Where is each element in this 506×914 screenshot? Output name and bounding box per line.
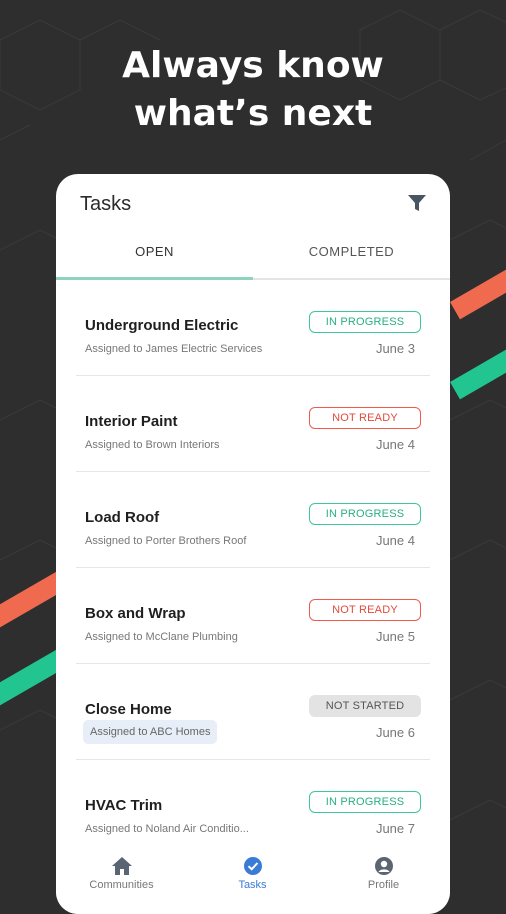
list-item[interactable]: HVAC Trim Assigned to Noland Air Conditi…	[76, 760, 430, 856]
status-badge: NOT STARTED	[309, 695, 421, 717]
nav-label: Profile	[367, 879, 400, 891]
nav-label: Tasks	[238, 879, 267, 891]
nav-tasks[interactable]: Tasks	[187, 856, 318, 891]
home-icon	[111, 857, 132, 875]
task-name: HVAC Trim	[85, 797, 163, 814]
task-date: June 4	[375, 437, 415, 452]
status-badge: IN PROGRESS	[309, 791, 421, 813]
list-item[interactable]: Close Home Assigned to ABC Homes NOT STA…	[76, 664, 430, 760]
list-item[interactable]: Underground Electric Assigned to James E…	[76, 280, 430, 376]
phone-screen: Tasks OPEN COMPLETED Underground Electri…	[56, 174, 450, 914]
filter-icon[interactable]	[406, 192, 428, 214]
status-badge: NOT READY	[309, 407, 421, 429]
task-name: Underground Electric	[85, 317, 239, 334]
nav-communities[interactable]: Communities	[56, 856, 187, 891]
task-name: Close Home	[85, 701, 172, 718]
tab-bar: OPEN COMPLETED	[56, 232, 450, 280]
tab-completed[interactable]: COMPLETED	[253, 244, 450, 259]
headline-line2: what’s next	[133, 93, 373, 134]
task-name: Box and Wrap	[85, 605, 186, 622]
page-title: Tasks	[80, 193, 132, 215]
task-assignee: Assigned to Porter Brothers Roof	[85, 535, 247, 547]
task-name: Load Roof	[85, 509, 160, 526]
task-date: June 4	[375, 533, 415, 548]
tab-open[interactable]: OPEN	[56, 244, 253, 259]
task-assignee: Assigned to James Electric Services	[85, 343, 263, 355]
nav-label: Communities	[89, 879, 154, 891]
task-assignee: Assigned to ABC Homes	[83, 720, 218, 744]
status-badge: IN PROGRESS	[309, 311, 421, 333]
task-list: Underground Electric Assigned to James E…	[76, 280, 430, 856]
nav-profile[interactable]: Profile	[318, 856, 449, 891]
status-badge: IN PROGRESS	[309, 503, 421, 525]
check-circle-icon	[243, 857, 262, 875]
task-assignee: Assigned to Brown Interiors	[85, 439, 220, 451]
list-item[interactable]: Load Roof Assigned to Porter Brothers Ro…	[76, 472, 430, 568]
app-header: Tasks	[56, 174, 450, 232]
list-item[interactable]: Interior Paint Assigned to Brown Interio…	[76, 376, 430, 472]
task-assignee: Assigned to McClane Plumbing	[85, 631, 238, 643]
task-date: June 7	[375, 821, 415, 836]
user-icon	[374, 857, 393, 875]
headline-line1: Always know	[122, 45, 384, 86]
headline: Always know what’s next	[0, 42, 506, 138]
task-assignee: Assigned to Noland Air Conditio...	[85, 823, 249, 835]
task-date: June 6	[375, 725, 415, 740]
list-item[interactable]: Box and Wrap Assigned to McClane Plumbin…	[76, 568, 430, 664]
task-date: June 3	[375, 341, 415, 356]
bottom-navigation: Communities Tasks Profile	[56, 846, 450, 914]
status-badge: NOT READY	[309, 599, 421, 621]
task-date: June 5	[375, 629, 415, 644]
task-name: Interior Paint	[85, 413, 178, 430]
